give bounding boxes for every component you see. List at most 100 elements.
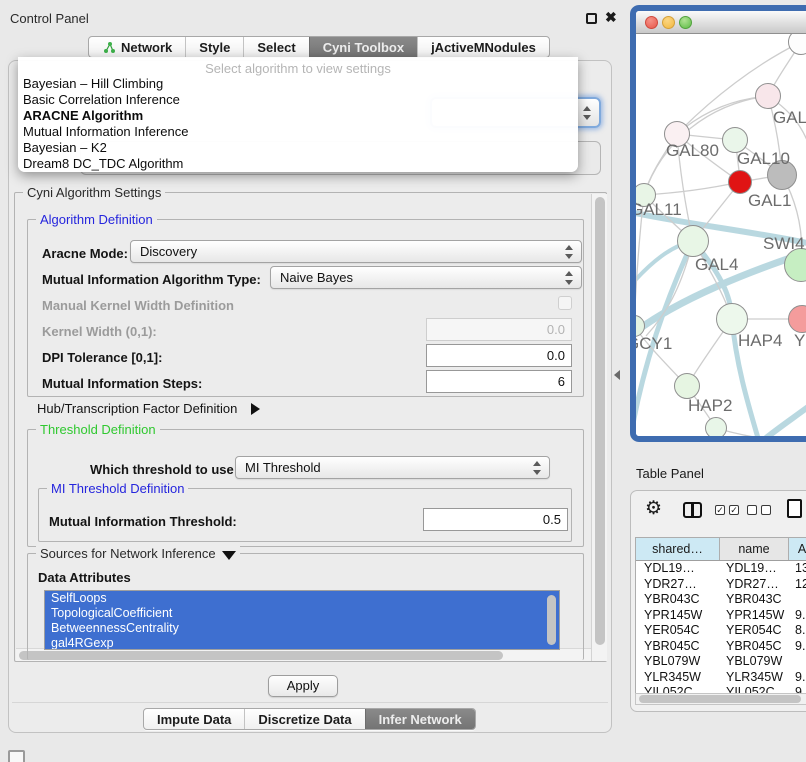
dropdown-item-basic-correlation[interactable]: Basic Correlation Inference: [21, 92, 575, 108]
tab-infer-network[interactable]: Infer Network: [365, 709, 475, 729]
mi-threshold-field[interactable]: 0.5: [423, 508, 568, 531]
settings-vertical-scrollbar[interactable]: [591, 194, 607, 661]
list-item-betweennesscentrality[interactable]: BetweennessCentrality: [45, 621, 559, 636]
mi-algorithm-type-combobox[interactable]: Naive Bayes: [270, 266, 582, 289]
list-item-selfloops[interactable]: SelfLoops: [45, 591, 559, 606]
tab-impute-data[interactable]: Impute Data: [144, 709, 244, 729]
dpi-tolerance-field[interactable]: 0.0: [426, 344, 572, 367]
hide-columns-icon[interactable]: [747, 505, 771, 515]
table-row[interactable]: YPR145WYPR145W9.: [636, 608, 806, 624]
table-row[interactable]: YDL19…YDL19…13: [636, 561, 806, 577]
cell-shared: YPR145W: [636, 608, 720, 624]
cell-name: YBR043C: [720, 592, 789, 608]
cell-extra: [789, 654, 806, 670]
tab-network[interactable]: Network: [89, 37, 185, 57]
table-row[interactable]: YDR27…YDR27…12: [636, 577, 806, 593]
dropdown-item-mutual-information[interactable]: Mutual Information Inference: [21, 124, 575, 140]
mi-threshold-label: Mutual Information Threshold:: [49, 514, 237, 529]
stepper-icon: [565, 245, 574, 259]
list-item-topologicalcoefficient[interactable]: TopologicalCoefficient: [45, 606, 559, 621]
table-row[interactable]: YLR345WYLR345W9.: [636, 670, 806, 686]
cell-extra: 9.: [789, 608, 806, 624]
column-header-name[interactable]: name: [720, 538, 789, 560]
network-node-gal4[interactable]: [677, 225, 709, 257]
collapse-arrow-icon[interactable]: [222, 551, 236, 560]
table-row[interactable]: YER054CYER054C8.: [636, 623, 806, 639]
list-item-gal4rgexp[interactable]: gal4RGexp: [45, 636, 559, 650]
control-panel-title: Control Panel: [10, 11, 89, 26]
attributes-list-scrollbar[interactable]: [547, 595, 556, 645]
tab-select[interactable]: Select: [243, 37, 308, 57]
mi-type-value: Naive Bayes: [280, 270, 353, 285]
tab-discretize-data[interactable]: Discretize Data: [244, 709, 364, 729]
table-row[interactable]: YBL079WYBL079W: [636, 654, 806, 670]
which-threshold-combobox[interactable]: MI Threshold: [235, 456, 550, 479]
node-label: GAL11: [636, 200, 682, 220]
dropdown-item-dream8[interactable]: Dream8 DC_TDC Algorithm: [21, 156, 575, 172]
cell-extra: 9.: [789, 639, 806, 655]
show-columns-icon[interactable]: ✓ ✓: [715, 505, 739, 515]
table-hscroll-thumb[interactable]: [639, 695, 801, 703]
data-attributes-list[interactable]: SelfLoops TopologicalCoefficient Between…: [44, 590, 560, 650]
cell-name: YDR27…: [720, 577, 789, 593]
column-header-partial[interactable]: A: [789, 538, 806, 560]
expand-arrow-icon: [251, 403, 260, 415]
zoom-traffic-light-icon[interactable]: [679, 16, 692, 29]
apply-button[interactable]: Apply: [268, 675, 338, 697]
tab-jactivemnodules[interactable]: jActiveMNodules: [417, 37, 549, 57]
unchecked-box-icon: [747, 505, 757, 515]
column-header-shared-name[interactable]: shared…: [636, 538, 720, 560]
node-label: SWI4: [763, 234, 805, 254]
settings-group-title: Cyni Algorithm Settings: [23, 185, 165, 200]
table-row[interactable]: YBR043CYBR043C: [636, 592, 806, 608]
algorithm-definition-group: Algorithm Definition Aracne Mode: Discov…: [27, 219, 584, 397]
manual-kernel-label: Manual Kernel Width Definition: [42, 298, 234, 313]
tab-impute-data-label: Impute Data: [157, 709, 231, 730]
float-window-icon[interactable]: [586, 13, 597, 24]
hub-definition-expander[interactable]: Hub/Transcription Factor Definition: [37, 401, 260, 416]
dropdown-item-bayesian-k2[interactable]: Bayesian – K2: [21, 140, 575, 156]
document-icon[interactable]: [787, 499, 802, 518]
sources-group-title: Sources for Network Inference: [36, 546, 240, 561]
mi-steps-field[interactable]: 6: [426, 370, 572, 393]
cell-shared: YBL079W: [636, 654, 720, 670]
table-row[interactable]: YBR045CYBR045C9.: [636, 639, 806, 655]
application-window: Control Panel ✖ Network Style Select Cyn…: [0, 0, 806, 762]
tab-style[interactable]: Style: [185, 37, 243, 57]
close-traffic-light-icon[interactable]: [645, 16, 658, 29]
column-layout-icon[interactable]: [683, 502, 702, 518]
cell-name: YLR345W: [720, 670, 789, 686]
gear-icon[interactable]: ⚙: [645, 497, 662, 520]
network-node[interactable]: [705, 417, 727, 436]
cell-name: YBL079W: [720, 654, 789, 670]
network-node-gal2[interactable]: [755, 83, 781, 109]
manual-kernel-checkbox[interactable]: [558, 296, 572, 310]
minimize-traffic-light-icon[interactable]: [662, 16, 675, 29]
mi-threshold-group-title: MI Threshold Definition: [47, 481, 188, 496]
tab-cyni-toolbox[interactable]: Cyni Toolbox: [309, 37, 417, 57]
unchecked-box-icon: [761, 505, 771, 515]
network-window-titlebar[interactable]: [636, 11, 806, 34]
sources-title-text: Sources for Network Inference: [40, 546, 216, 561]
tab-cyni-toolbox-label: Cyni Toolbox: [323, 37, 404, 58]
panel-divider: [12, 702, 608, 703]
close-icon[interactable]: ✖: [605, 9, 617, 26]
network-canvas[interactable]: GAL GAL80 GAL10 GAL1 GAL11 GAL4 SWI4 GCY…: [636, 34, 806, 436]
tab-select-label: Select: [257, 37, 295, 58]
dropdown-item-aracne[interactable]: ARACNE Algorithm: [21, 108, 575, 124]
tab-jactivemnodules-label: jActiveMNodules: [431, 37, 536, 58]
node-label: GAL: [773, 108, 806, 128]
settings-vscroll-thumb[interactable]: [595, 197, 605, 645]
cell-shared: YBR043C: [636, 592, 720, 608]
aracne-mode-combobox[interactable]: Discovery: [130, 240, 582, 263]
cell-extra: 13: [789, 561, 806, 577]
cell-extra: 8.: [789, 623, 806, 639]
dropdown-prompt: Select algorithm to view settings: [18, 61, 578, 76]
collapsed-panel-icon[interactable]: [8, 750, 25, 762]
splitter-collapse-icon[interactable]: [614, 370, 620, 380]
dropdown-item-bayesian-hill-climbing[interactable]: Bayesian – Hill Climbing: [21, 76, 575, 92]
cell-name: YER054C: [720, 623, 789, 639]
cell-name: YDL19…: [720, 561, 789, 577]
tab-style-label: Style: [199, 37, 230, 58]
kernel-width-field[interactable]: 0.0: [426, 318, 572, 341]
